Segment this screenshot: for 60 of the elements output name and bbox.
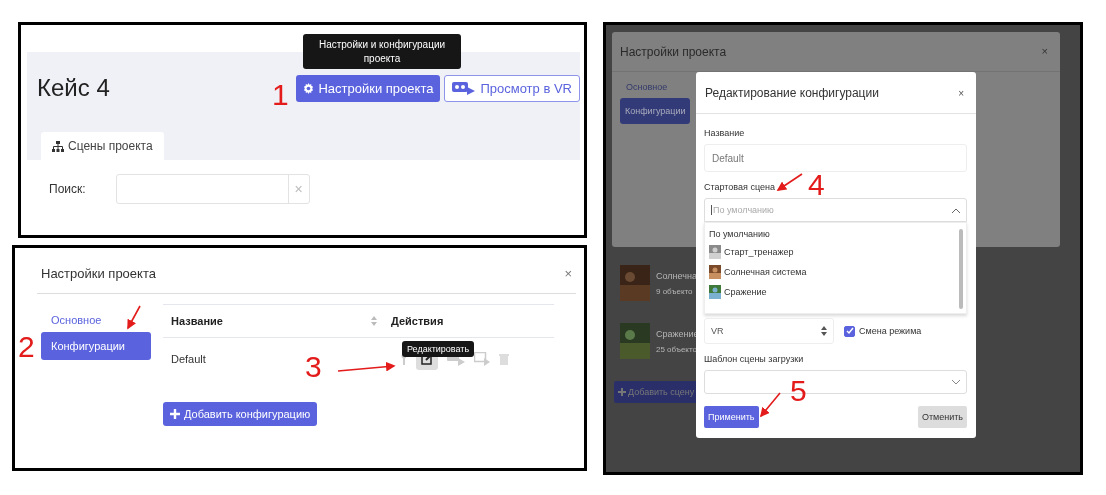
vr-view-button[interactable]: Просмотр в VR bbox=[444, 74, 580, 102]
sitemap-icon bbox=[52, 140, 64, 152]
check-icon bbox=[845, 327, 854, 335]
arrow bbox=[776, 173, 803, 191]
dropdown-option[interactable]: По умолчанию bbox=[709, 229, 959, 239]
dropdown-option[interactable]: Сражение bbox=[709, 285, 959, 299]
column-header[interactable]: Название bbox=[171, 315, 371, 327]
gear-icon bbox=[303, 82, 315, 94]
field-label: Название bbox=[704, 128, 746, 138]
tooltip: Настройки и конфигурации проекта bbox=[303, 34, 461, 69]
sort-icon[interactable] bbox=[371, 316, 377, 326]
plus-icon bbox=[618, 388, 626, 396]
table-cell-text: Default bbox=[171, 353, 207, 365]
add-configuration-button[interactable]: Добавить конфигурацию bbox=[163, 402, 318, 426]
column-header: Действия bbox=[391, 315, 444, 327]
search-label: Поиск: bbox=[49, 182, 86, 196]
dialog-title: Настройки проекта bbox=[41, 266, 156, 281]
dropdown-option[interactable]: Солнечная система bbox=[709, 265, 959, 279]
vr-headset-icon bbox=[452, 81, 477, 95]
step-number: 5 bbox=[790, 376, 807, 406]
start-scene-select[interactable]: По умолчанию bbox=[704, 198, 967, 222]
nav-item[interactable]: Основное bbox=[620, 82, 690, 92]
dropdown-option[interactable]: Старт_тренажер bbox=[709, 245, 959, 259]
tab[interactable]: Сцены проекта bbox=[41, 132, 164, 160]
caret-icon bbox=[952, 379, 960, 385]
step-number: 3 bbox=[305, 352, 322, 382]
page-title: Кейс 4 bbox=[37, 74, 110, 102]
sort-caret-icon bbox=[821, 326, 827, 336]
trash-icon[interactable] bbox=[499, 353, 509, 365]
mode-select[interactable]: VR bbox=[704, 318, 834, 344]
cancel-button[interactable]: Отменить bbox=[917, 406, 967, 428]
settings-button[interactable]: Настройки проекта bbox=[296, 74, 441, 102]
nav-item[interactable]: Основное bbox=[41, 314, 151, 326]
field-label: Шаблон сцены загрузки bbox=[704, 354, 805, 364]
plus-icon bbox=[170, 409, 180, 419]
scene-count: 25 объекто bbox=[656, 344, 698, 354]
scene-name: Солнечна bbox=[656, 270, 697, 281]
step-number: 1 bbox=[272, 80, 289, 110]
scene-name: Сражение bbox=[656, 328, 699, 339]
step-number: 2 bbox=[18, 332, 35, 362]
mode-switch-checkbox[interactable]: Смена режима bbox=[844, 325, 922, 337]
arrow bbox=[760, 392, 781, 418]
dialog-title: Редактирование конфигурации bbox=[705, 86, 879, 100]
screen-play-icon[interactable] bbox=[474, 352, 490, 366]
nav-item[interactable]: Конфигурации bbox=[620, 98, 690, 124]
scrollbar[interactable] bbox=[959, 229, 963, 309]
caret-icon bbox=[952, 207, 960, 213]
dialog-title: Настройки проекта bbox=[620, 45, 727, 59]
step-number: 4 bbox=[808, 170, 825, 200]
close-button[interactable]: × bbox=[564, 266, 572, 281]
add-scene-button[interactable]: Добавить сцену bbox=[614, 381, 699, 403]
nav-item[interactable]: Конфигурации bbox=[41, 332, 151, 360]
arrow bbox=[127, 305, 141, 330]
tooltip: Редактировать bbox=[402, 341, 475, 357]
arrow bbox=[337, 361, 396, 372]
scene-count: 9 объекто bbox=[656, 286, 694, 296]
name-field[interactable]: Default bbox=[704, 144, 967, 172]
close-button[interactable]: × bbox=[958, 87, 964, 99]
apply-button[interactable]: Применить bbox=[704, 406, 759, 428]
close-button[interactable]: × bbox=[1041, 45, 1048, 59]
